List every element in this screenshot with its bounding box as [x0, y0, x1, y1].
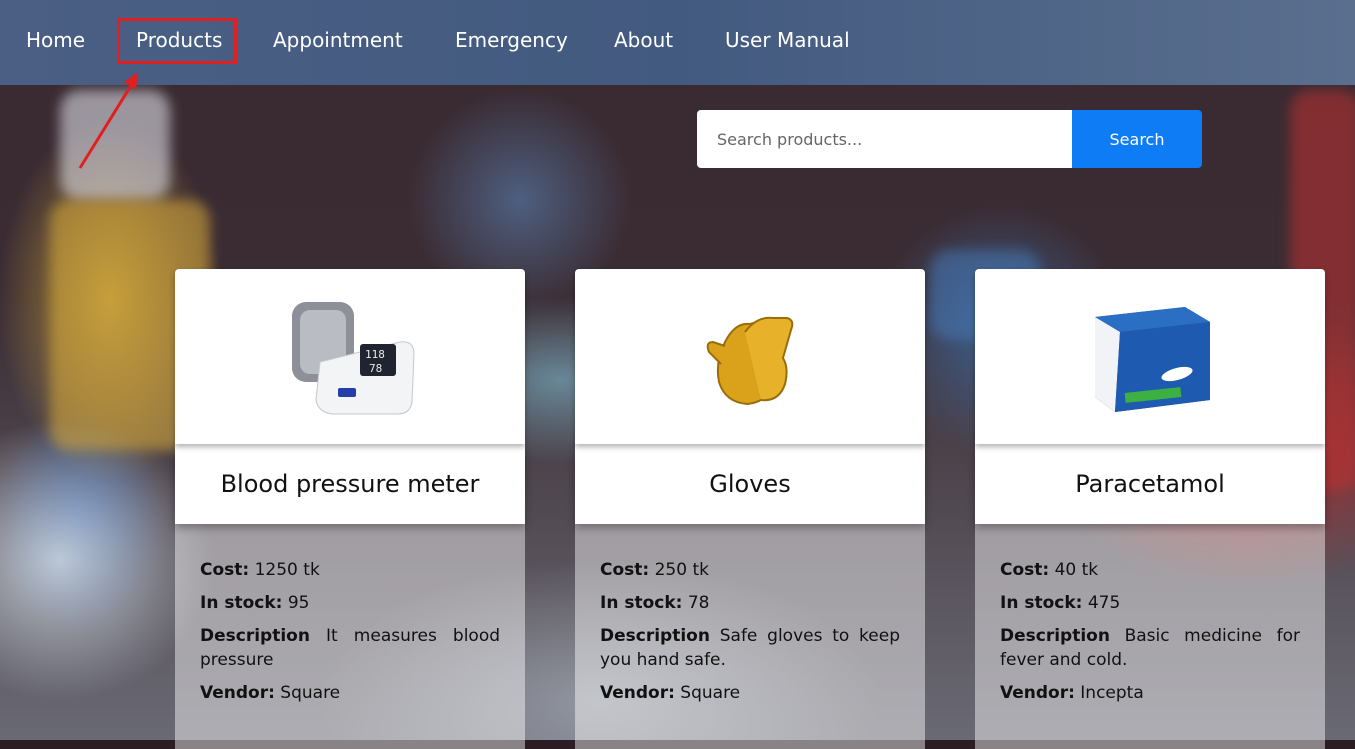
- search-button[interactable]: Search: [1072, 110, 1202, 168]
- cost-label: Cost:: [200, 560, 250, 580]
- description-label: Description: [1000, 626, 1110, 646]
- product-card-paracetamol: Paracetamol Cost: 40 tk In stock: 475 De…: [975, 269, 1325, 749]
- vendor-label: Vendor:: [200, 683, 275, 703]
- stock-label: In stock:: [200, 593, 283, 613]
- nav-appointment[interactable]: Appointment: [273, 28, 403, 52]
- cost-label: Cost:: [600, 560, 650, 580]
- product-info: Cost: 40 tk In stock: 475 Description Ba…: [975, 524, 1325, 749]
- cost-label: Cost:: [1000, 560, 1050, 580]
- paracetamol-box-icon: [1095, 306, 1210, 412]
- product-vendor: Vendor: Square: [600, 681, 900, 705]
- product-info: Cost: 1250 tk In stock: 95 Description I…: [175, 524, 525, 749]
- product-vendor: Vendor: Square: [200, 681, 500, 705]
- annotation-arrow-icon: [78, 72, 138, 169]
- vendor-label: Vendor:: [600, 683, 675, 703]
- stock-value: 78: [687, 593, 710, 613]
- vendor-label: Vendor:: [1000, 683, 1075, 703]
- product-image-area: [975, 269, 1325, 444]
- product-stock: In stock: 475: [1000, 591, 1300, 615]
- svg-text:78: 78: [369, 362, 382, 375]
- product-card-blood-pressure-meter: 118 78 Blood pressure meter Cost: 1250 t…: [175, 269, 525, 749]
- product-description: Description Basic medicine for fever and…: [1000, 624, 1300, 672]
- svg-text:118: 118: [365, 348, 385, 361]
- product-cost: Cost: 40 tk: [1000, 558, 1300, 582]
- description-label: Description: [600, 626, 710, 646]
- product-cost: Cost: 1250 tk: [200, 558, 500, 582]
- product-name: Blood pressure meter: [220, 470, 480, 498]
- vendor-value: Incepta: [1080, 683, 1144, 703]
- product-description: Description Safe gloves to keep you hand…: [600, 624, 900, 672]
- cost-value: 40 tk: [1054, 560, 1099, 580]
- nav-emergency[interactable]: Emergency: [455, 28, 568, 52]
- product-image-area: 118 78: [175, 269, 525, 444]
- cost-value: 250 tk: [654, 560, 709, 580]
- search-input[interactable]: [697, 110, 1072, 168]
- product-cost: Cost: 250 tk: [600, 558, 900, 582]
- stock-label: In stock:: [1000, 593, 1083, 613]
- product-name: Gloves: [709, 470, 791, 498]
- nav-user-manual[interactable]: User Manual: [725, 28, 850, 52]
- stock-value: 95: [287, 593, 310, 613]
- product-title-area: Blood pressure meter: [175, 444, 525, 524]
- stock-label: In stock:: [600, 593, 683, 613]
- product-name: Paracetamol: [1075, 470, 1225, 498]
- product-stock: In stock: 95: [200, 591, 500, 615]
- blood-pressure-monitor-icon: 118 78: [292, 301, 415, 414]
- cost-value: 1250 tk: [254, 560, 320, 580]
- product-title-area: Gloves: [575, 444, 925, 524]
- product-image-area: [575, 269, 925, 444]
- nav-about[interactable]: About: [614, 28, 673, 52]
- gloves-icon: [706, 316, 794, 405]
- product-description: Description It measures blood pressure: [200, 624, 500, 672]
- vendor-value: Square: [680, 683, 741, 703]
- description-label: Description: [200, 626, 310, 646]
- stock-value: 475: [1087, 593, 1121, 613]
- product-info: Cost: 250 tk In stock: 78 Description Sa…: [575, 524, 925, 749]
- vendor-value: Square: [280, 683, 341, 703]
- product-vendor: Vendor: Incepta: [1000, 681, 1300, 705]
- product-stock: In stock: 78: [600, 591, 900, 615]
- product-title-area: Paracetamol: [975, 444, 1325, 524]
- product-card-gloves: Gloves Cost: 250 tk In stock: 78 Descrip…: [575, 269, 925, 749]
